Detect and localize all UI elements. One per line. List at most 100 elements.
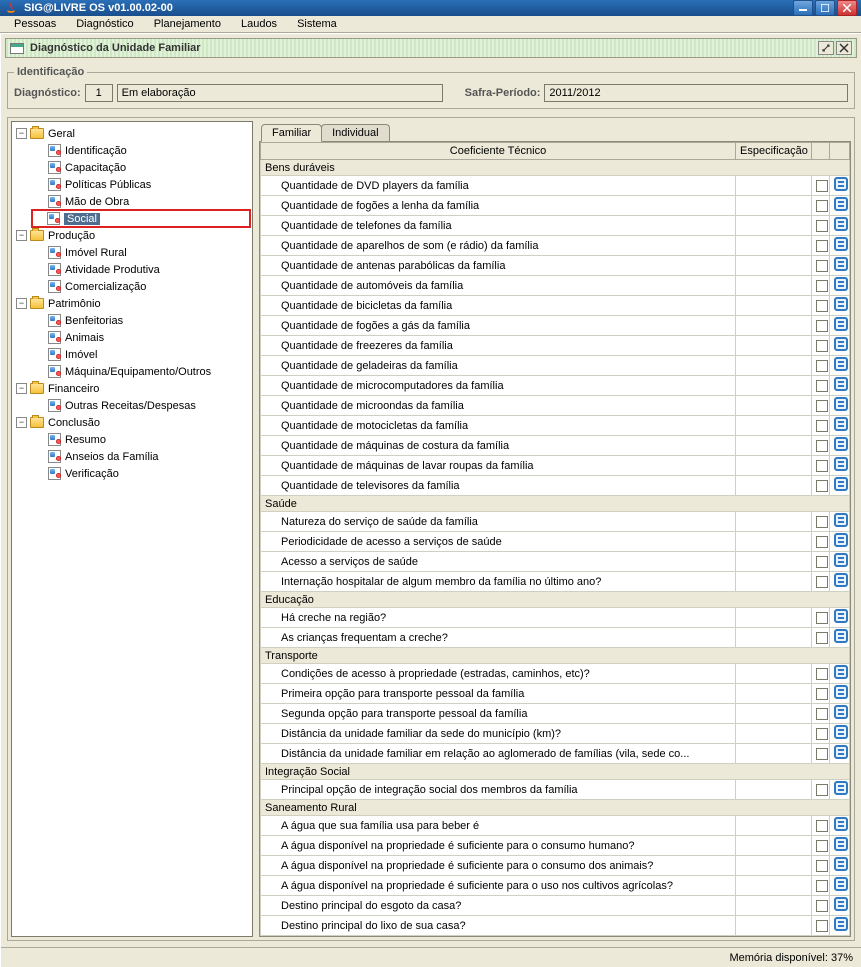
row-checkbox[interactable] xyxy=(816,200,828,212)
tree-item[interactable]: −Financeiro xyxy=(14,380,250,397)
spec-cell[interactable] xyxy=(736,532,812,552)
row-checkbox[interactable] xyxy=(816,240,828,252)
tree-item[interactable]: Imóvel xyxy=(32,346,250,363)
row-action-icon[interactable] xyxy=(834,317,848,331)
table-row[interactable]: Segunda opção para transporte pessoal da… xyxy=(261,704,850,724)
table-row[interactable]: Condições de acesso à propriedade (estra… xyxy=(261,664,850,684)
menu-diagnostico[interactable]: Diagnóstico xyxy=(66,16,143,32)
tree-item[interactable]: Identificação xyxy=(32,142,250,159)
spec-cell[interactable] xyxy=(736,816,812,836)
row-checkbox[interactable] xyxy=(816,536,828,548)
collapse-icon[interactable]: − xyxy=(16,417,27,428)
spec-cell[interactable] xyxy=(736,356,812,376)
table-row[interactable]: As crianças frequentam a creche? xyxy=(261,628,850,648)
row-checkbox[interactable] xyxy=(816,220,828,232)
table-row[interactable]: Quantidade de microcomputadores da famíl… xyxy=(261,376,850,396)
table-row[interactable]: Quantidade de telefones da família xyxy=(261,216,850,236)
table-row[interactable]: Distância da unidade familiar da sede do… xyxy=(261,724,850,744)
table-row[interactable]: Quantidade de fogões a gás da família xyxy=(261,316,850,336)
row-action-icon[interactable] xyxy=(834,297,848,311)
row-checkbox[interactable] xyxy=(816,300,828,312)
table-row[interactable]: Quantidade de motocicletas da família xyxy=(261,416,850,436)
row-checkbox[interactable] xyxy=(816,340,828,352)
table-scroll[interactable]: Coeficiente Técnico Especificação Bens d… xyxy=(260,142,850,936)
row-action-icon[interactable] xyxy=(834,357,848,371)
row-action-icon[interactable] xyxy=(834,197,848,211)
table-row[interactable]: Quantidade de aparelhos de som (e rádio)… xyxy=(261,236,850,256)
spec-cell[interactable] xyxy=(736,176,812,196)
tab-individual[interactable]: Individual xyxy=(321,124,389,141)
col-action[interactable] xyxy=(830,143,850,160)
spec-cell[interactable] xyxy=(736,416,812,436)
spec-cell[interactable] xyxy=(736,664,812,684)
row-checkbox[interactable] xyxy=(816,748,828,760)
row-checkbox[interactable] xyxy=(816,632,828,644)
table-row[interactable]: Quantidade de bicicletas da família xyxy=(261,296,850,316)
row-checkbox[interactable] xyxy=(816,556,828,568)
tree-item[interactable]: −Conclusão xyxy=(14,414,250,431)
spec-cell[interactable] xyxy=(736,512,812,532)
nav-tree[interactable]: −GeralIdentificaçãoCapacitaçãoPolíticas … xyxy=(14,125,250,482)
table-row[interactable]: Quantidade de DVD players da família xyxy=(261,176,850,196)
spec-cell[interactable] xyxy=(736,236,812,256)
table-row[interactable]: A água que sua família usa para beber é xyxy=(261,816,850,836)
table-row[interactable]: Distância da unidade familiar em relação… xyxy=(261,744,850,764)
spec-cell[interactable] xyxy=(736,316,812,336)
collapse-icon[interactable]: − xyxy=(16,230,27,241)
row-action-icon[interactable] xyxy=(834,417,848,431)
row-action-icon[interactable] xyxy=(834,705,848,719)
tree-item[interactable]: Comercialização xyxy=(32,278,250,295)
spec-cell[interactable] xyxy=(736,456,812,476)
spec-cell[interactable] xyxy=(736,296,812,316)
tree-item[interactable]: Máquina/Equipamento/Outros xyxy=(32,363,250,380)
table-row[interactable]: Internação hospitalar de algum membro da… xyxy=(261,572,850,592)
maximize-button[interactable] xyxy=(815,0,835,16)
row-checkbox[interactable] xyxy=(816,576,828,588)
table-row[interactable]: A água disponível na propriedade é sufic… xyxy=(261,856,850,876)
row-action-icon[interactable] xyxy=(834,397,848,411)
spec-cell[interactable] xyxy=(736,896,812,916)
table-row[interactable]: Quantidade de automóveis da família xyxy=(261,276,850,296)
spec-cell[interactable] xyxy=(736,608,812,628)
row-action-icon[interactable] xyxy=(834,377,848,391)
close-button[interactable] xyxy=(837,0,857,16)
collapse-icon[interactable]: − xyxy=(16,298,27,309)
tree-item[interactable]: −Geral xyxy=(14,125,250,142)
row-checkbox[interactable] xyxy=(816,900,828,912)
row-action-icon[interactable] xyxy=(834,685,848,699)
row-checkbox[interactable] xyxy=(816,280,828,292)
spec-cell[interactable] xyxy=(736,856,812,876)
row-action-icon[interactable] xyxy=(834,553,848,567)
row-checkbox[interactable] xyxy=(816,180,828,192)
row-checkbox[interactable] xyxy=(816,784,828,796)
table-row[interactable]: Acesso a serviços de saúde xyxy=(261,552,850,572)
table-row[interactable]: Quantidade de microondas da família xyxy=(261,396,850,416)
row-checkbox[interactable] xyxy=(816,880,828,892)
spec-cell[interactable] xyxy=(736,276,812,296)
table-row[interactable]: Quantidade de máquinas de lavar roupas d… xyxy=(261,456,850,476)
table-row[interactable]: Quantidade de máquinas de costura da fam… xyxy=(261,436,850,456)
tree-item[interactable]: Outras Receitas/Despesas xyxy=(32,397,250,414)
row-action-icon[interactable] xyxy=(834,533,848,547)
table-row[interactable]: Há creche na região? xyxy=(261,608,850,628)
row-action-icon[interactable] xyxy=(834,857,848,871)
row-action-icon[interactable] xyxy=(834,277,848,291)
table-row[interactable]: Primeira opção para transporte pessoal d… xyxy=(261,684,850,704)
row-action-icon[interactable] xyxy=(834,609,848,623)
menu-pessoas[interactable]: Pessoas xyxy=(4,16,66,32)
row-checkbox[interactable] xyxy=(816,860,828,872)
row-action-icon[interactable] xyxy=(834,437,848,451)
tree-item[interactable]: −Produção xyxy=(14,227,250,244)
tree-item[interactable]: −Patrimônio xyxy=(14,295,250,312)
row-action-icon[interactable] xyxy=(834,237,848,251)
row-action-icon[interactable] xyxy=(834,257,848,271)
row-action-icon[interactable] xyxy=(834,725,848,739)
row-checkbox[interactable] xyxy=(816,728,828,740)
row-checkbox[interactable] xyxy=(816,708,828,720)
row-action-icon[interactable] xyxy=(834,477,848,491)
spec-cell[interactable] xyxy=(736,552,812,572)
spec-cell[interactable] xyxy=(736,336,812,356)
row-action-icon[interactable] xyxy=(834,629,848,643)
row-checkbox[interactable] xyxy=(816,668,828,680)
minimize-button[interactable] xyxy=(793,0,813,16)
